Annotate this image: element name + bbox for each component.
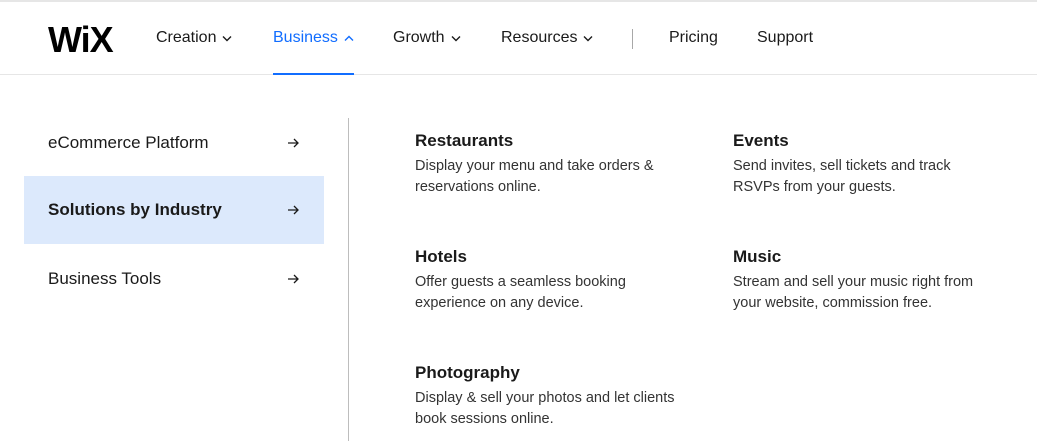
industry-title: Photography: [415, 363, 520, 382]
chevron-up-icon: [344, 35, 354, 42]
nav-divider: [632, 29, 633, 49]
arrow-right-icon: [287, 138, 300, 148]
nav-item-growth[interactable]: Growth: [393, 2, 461, 74]
industry-description: Display your menu and take orders & rese…: [415, 156, 695, 198]
chevron-down-icon: [451, 35, 461, 42]
industry-title: Restaurants: [415, 131, 514, 150]
industry-card-events[interactable]: Events Send invites, sell tickets and tr…: [733, 130, 1013, 198]
chevron-down-icon: [583, 35, 593, 42]
chevron-down-icon: [222, 35, 232, 42]
nav-item-support[interactable]: Support: [757, 2, 813, 74]
industry-title: Hotels: [415, 247, 467, 266]
industry-title: Music: [733, 247, 782, 266]
top-navigation: WiX Creation Business Growth Resources P…: [0, 2, 1037, 75]
arrow-right-icon: [287, 274, 300, 284]
menu-item-solutions-by-industry[interactable]: Solutions by Industry: [24, 176, 324, 244]
nav-item-pricing[interactable]: Pricing: [669, 2, 718, 74]
nav-item-label: Pricing: [669, 29, 718, 46]
nav-item-label: Business: [273, 29, 338, 46]
nav-item-creation[interactable]: Creation: [156, 2, 232, 74]
menu-item-label: Business Tools: [48, 269, 162, 288]
nav-item-label: Resources: [501, 29, 578, 46]
nav-item-business[interactable]: Business: [273, 2, 354, 75]
description-line: Send invites, sell tickets and track: [733, 158, 951, 174]
description-line: book sessions online.: [415, 411, 554, 427]
menu-item-label: eCommerce Platform: [48, 133, 209, 152]
industry-card-photography[interactable]: Photography Display & sell your photos a…: [415, 362, 695, 430]
description-line: Display & sell your photos and let clien…: [415, 390, 675, 406]
menu-item-label: Solutions by Industry: [48, 200, 222, 219]
industry-card-music[interactable]: Music Stream and sell your music right f…: [733, 246, 1013, 314]
description-line: RSVPs from your guests.: [733, 179, 896, 195]
arrow-right-icon: [287, 205, 300, 215]
description-line: Display your menu and take orders &: [415, 158, 654, 174]
nav-item-label: Growth: [393, 29, 445, 46]
nav-item-label: Support: [757, 29, 814, 46]
description-line: Stream and sell your music right from: [733, 274, 974, 290]
description-line: experience on any device.: [415, 295, 584, 311]
industry-card-restaurants[interactable]: Restaurants Display your menu and take o…: [415, 130, 695, 198]
menu-divider: [348, 118, 349, 441]
industry-description: Send invites, sell tickets and track RSV…: [733, 156, 1013, 198]
industry-description: Offer guests a seamless booking experien…: [415, 272, 695, 314]
wix-logo[interactable]: WiX: [48, 22, 114, 58]
description-line: reservations online.: [415, 179, 541, 195]
description-line: Offer guests a seamless booking: [415, 274, 626, 290]
industry-title: Events: [733, 131, 789, 150]
nav-item-resources[interactable]: Resources: [501, 2, 593, 74]
menu-item-business-tools[interactable]: Business Tools: [24, 245, 324, 313]
industry-description: Display & sell your photos and let clien…: [415, 388, 695, 430]
menu-item-ecommerce-platform[interactable]: eCommerce Platform: [24, 109, 324, 177]
nav-item-label: Creation: [156, 29, 217, 46]
description-line: your website, commission free.: [733, 295, 933, 311]
industry-card-hotels[interactable]: Hotels Offer guests a seamless booking e…: [415, 246, 695, 314]
industry-description: Stream and sell your music right from yo…: [733, 272, 1013, 314]
